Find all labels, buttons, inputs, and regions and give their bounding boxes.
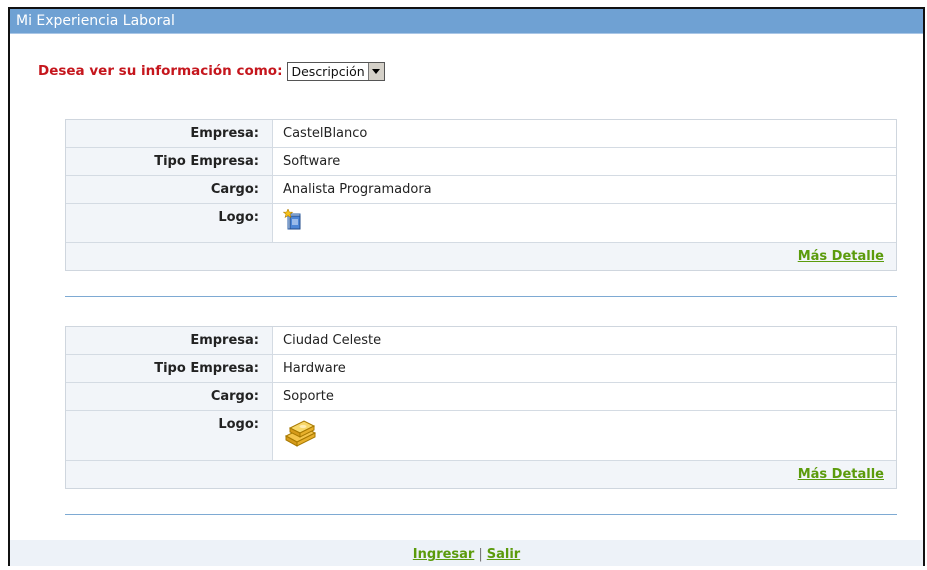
login-link[interactable]: Ingresar [413, 547, 475, 562]
empresa-row: Empresa: CastelBlanco [66, 120, 896, 148]
empresa-label: Empresa: [66, 120, 273, 147]
tipo-empresa-label: Tipo Empresa: [66, 148, 273, 175]
cargo-row: Cargo: Soporte [66, 383, 896, 411]
cargo-value: Analista Programadora [283, 182, 432, 197]
logo-label: Logo: [66, 204, 273, 242]
footer-bar: Ingresar | Salir [10, 540, 923, 566]
tipo-empresa-row: Tipo Empresa: Hardware [66, 355, 896, 383]
more-detail-link[interactable]: Más Detalle [798, 467, 884, 482]
view-selector-label: Desea ver su información como: [38, 63, 283, 79]
logo-row: Logo: [66, 204, 896, 243]
card-footer: Más Detalle [66, 243, 896, 270]
chevron-down-icon[interactable] [367, 62, 384, 80]
cargo-value: Soporte [283, 389, 334, 404]
experience-panel: Mi Experiencia Laboral Desea ver su info… [8, 7, 925, 566]
document-new-icon [282, 208, 301, 230]
tipo-empresa-label: Tipo Empresa: [66, 355, 273, 382]
view-select[interactable]: Descripción [287, 61, 385, 81]
more-detail-link[interactable]: Más Detalle [798, 249, 884, 264]
empresa-value: Ciudad Celeste [283, 333, 382, 348]
view-select-value: Descripción [291, 63, 365, 79]
logo-row: Logo: [66, 411, 896, 461]
cargo-row: Cargo: Analista Programadora [66, 176, 896, 204]
logo-label: Logo: [66, 411, 273, 460]
tipo-empresa-value: Software [283, 154, 341, 169]
view-selector-row: Desea ver su información como: Descripci… [38, 60, 385, 82]
logout-link[interactable]: Salir [487, 547, 520, 562]
cargo-label: Cargo: [66, 383, 273, 410]
divider [65, 514, 897, 515]
empresa-row: Empresa: Ciudad Celeste [66, 327, 896, 355]
gold-bars-icon [284, 420, 317, 447]
empresa-value: CastelBlanco [283, 126, 368, 141]
cargo-label: Cargo: [66, 176, 273, 203]
card-footer: Más Detalle [66, 461, 896, 488]
tipo-empresa-value: Hardware [283, 361, 346, 376]
footer-separator: | [478, 547, 483, 562]
experience-card: Empresa: Ciudad Celeste Tipo Empresa: Ha… [65, 326, 897, 489]
divider [65, 296, 897, 297]
empresa-label: Empresa: [66, 327, 273, 354]
panel-title: Mi Experiencia Laboral [10, 9, 923, 34]
tipo-empresa-row: Tipo Empresa: Software [66, 148, 896, 176]
experience-card: Empresa: CastelBlanco Tipo Empresa: Soft… [65, 119, 897, 271]
